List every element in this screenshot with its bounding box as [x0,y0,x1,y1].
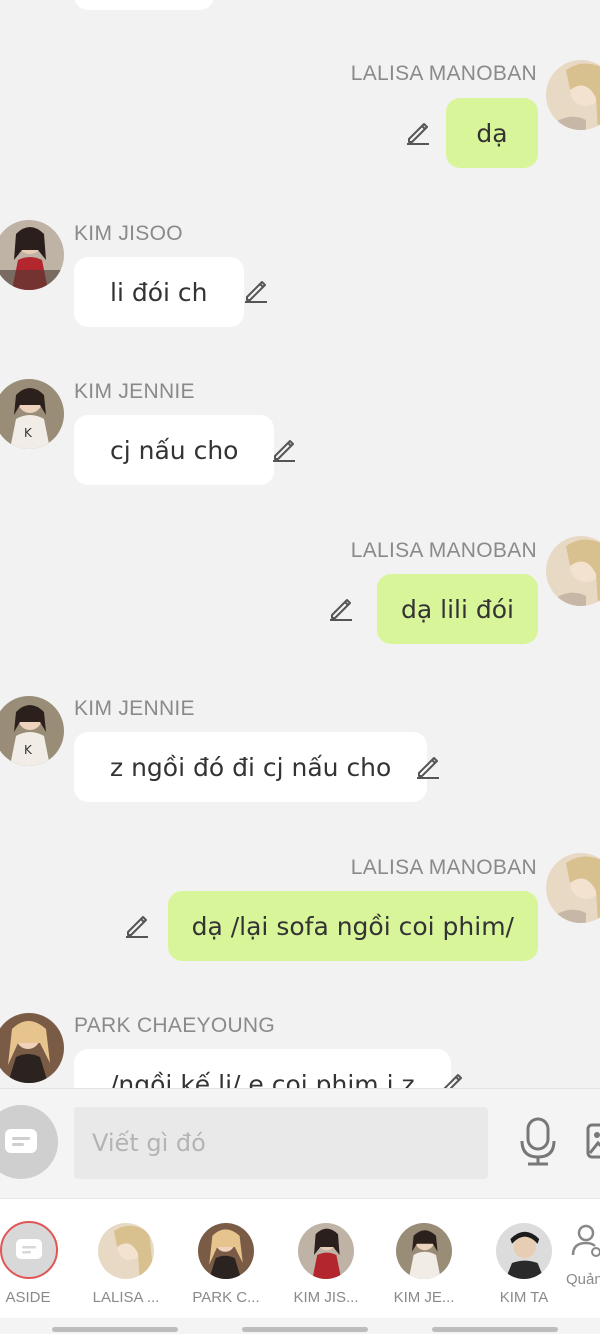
svg-text:K: K [24,426,33,440]
tab-jisoo[interactable]: KIM JIS... [278,1219,374,1309]
message-text: cj nấu cho [110,435,239,465]
edit-icon[interactable] [438,1069,466,1088]
tab-label: PARK C... [192,1289,260,1306]
edit-icon[interactable] [414,752,442,780]
message-text: li đói ch [110,277,208,307]
message-text: dạ /lại sofa ngồi coi phim/ [191,911,514,941]
svg-text:K: K [24,743,33,757]
avatar-jennie [396,1223,452,1279]
message-bubble[interactable]: dạ [446,98,538,168]
chat-menu-button[interactable] [0,1105,58,1179]
message-bubble[interactable]: /ngồi kế li/ e coi phim j z [74,1049,451,1088]
nav-handle[interactable] [242,1327,368,1332]
tab-label: KIM JE... [393,1289,455,1306]
tab-label: ASIDE [5,1289,51,1306]
nav-handle[interactable] [52,1327,178,1332]
avatar-lalisa[interactable] [546,536,600,606]
sender-name: KIM JISOO [74,222,183,245]
edit-icon[interactable] [270,435,298,463]
message-text: z ngồi đó đi cj nấu cho [110,752,392,782]
message-bubble[interactable]: z ngồi đó đi cj nấu cho [74,732,428,802]
sender-name: KIM JENNIE [74,380,195,403]
avatar-chaeyoung[interactable] [0,1013,64,1083]
message-bubble[interactable]: li đói ch [74,257,244,327]
avatar-jennie[interactable]: K [0,696,64,766]
avatar-lalisa[interactable] [546,60,600,130]
tab-lalisa[interactable]: LALISA ... [78,1219,174,1309]
sender-name: KIM JENNIE [74,697,195,720]
avatar-lalisa [98,1223,154,1279]
edit-icon[interactable] [242,276,270,304]
message-bubble[interactable]: dạ /lại sofa ngồi coi phim/ [167,891,538,961]
edit-icon[interactable] [404,118,432,146]
edit-icon[interactable] [123,911,151,939]
sender-name: PARK CHAEYOUNG [74,1014,276,1037]
user-settings-icon [571,1224,600,1257]
nav-handle[interactable] [432,1327,558,1332]
avatar-jisoo [298,1223,354,1279]
tab-aside[interactable]: ASIDE [0,1219,78,1309]
avatar-jisoo[interactable] [0,220,64,290]
chat-thread: LALISA MANOBAN dạ KIM JISOO li đói ch K … [0,0,600,1088]
tab-label: Quản [566,1271,600,1288]
tab-manage[interactable]: Quản [554,1219,600,1309]
avatar-chaeyoung [198,1223,254,1279]
avatar-jennie[interactable]: K [0,379,64,449]
message-bubble[interactable]: cj nấu cho [74,415,275,485]
sender-name: LALISA MANOBAN [350,856,537,879]
avatar-taehyung [496,1223,552,1279]
tab-label: KIM JIS... [293,1289,359,1306]
sender-name: LALISA MANOBAN [350,539,537,562]
chat-menu-icon [16,1239,42,1259]
edit-icon[interactable] [327,594,355,622]
system-nav-bar [0,1318,600,1334]
microphone-icon[interactable] [518,1117,558,1167]
chat-menu-icon [5,1129,37,1153]
aside-avatar [0,1221,58,1279]
tab-label: LALISA ... [92,1289,160,1306]
message-input[interactable] [74,1107,488,1179]
conversation-tabs: ASIDE LALISA ... PARK C... KIM JIS... KI… [0,1198,600,1318]
message-text: /ngồi kế li/ e coi phim j z [110,1069,415,1089]
avatar-lalisa[interactable] [546,853,600,923]
message-composer [0,1088,600,1198]
tab-chaeyoung[interactable]: PARK C... [178,1219,274,1309]
message-text: dạ lili đói [401,594,514,624]
sender-name: LALISA MANOBAN [350,62,537,85]
previous-bubble-edge [74,0,214,10]
message-text: dạ [476,118,508,148]
tab-jennie[interactable]: KIM JE... [376,1219,472,1309]
image-icon[interactable] [586,1123,600,1159]
message-bubble[interactable]: dạ lili đói [377,574,538,644]
